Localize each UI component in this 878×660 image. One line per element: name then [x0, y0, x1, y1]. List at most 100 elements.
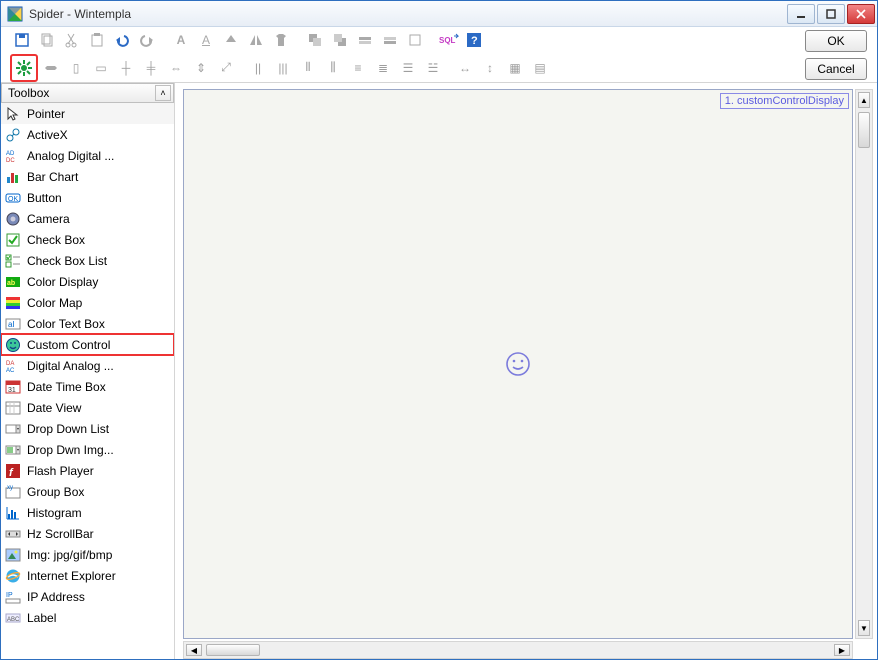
toolbox-item-checkbox[interactable]: Check Box [1, 229, 174, 250]
ie-icon [5, 568, 21, 584]
align-center-v-icon[interactable]: ╪ [140, 57, 162, 79]
toolbox-item-activex[interactable]: ActiveX [1, 124, 174, 145]
toolbar: A A SQL ? ▯ ▭ ┼ ╪ [1, 27, 877, 83]
ok-button[interactable]: OK [805, 30, 867, 52]
toolbox-collapse-icon[interactable]: ˄ [155, 85, 171, 101]
dist-v2-icon[interactable]: ≣ [372, 57, 394, 79]
toolbox-item-ipaddress[interactable]: IPIP Address [1, 586, 174, 607]
same-height-icon[interactable]: ⇕ [190, 57, 212, 79]
minimize-button[interactable] [787, 4, 815, 24]
bring-front-icon[interactable] [304, 29, 326, 51]
hexpand-icon[interactable] [40, 57, 62, 79]
align-center-h-icon[interactable]: ┼ [115, 57, 137, 79]
vscroll-thumb[interactable] [858, 112, 870, 148]
toolbox-item-label: Histogram [27, 506, 82, 520]
toolbox-item-label: Group Box [27, 485, 84, 499]
align-top-icon[interactable]: ▭ [90, 57, 112, 79]
undo-icon[interactable] [111, 29, 133, 51]
toolbox-item-histogram[interactable]: Histogram [1, 502, 174, 523]
dist-v1-icon[interactable]: ≡ [347, 57, 369, 79]
canvas-hscrollbar[interactable]: ◀ ▶ [183, 641, 853, 659]
toolbox-item-dropdownlist[interactable]: Drop Down List [1, 418, 174, 439]
toolbox-item-img[interactable]: Img: jpg/gif/bmp [1, 544, 174, 565]
barchart-icon [5, 169, 21, 185]
pointer-icon [5, 106, 21, 122]
toolbox-item-pointer[interactable]: Pointer [1, 103, 174, 124]
snap-toggle-icon[interactable] [11, 55, 37, 81]
align-left-icon[interactable]: ▯ [65, 57, 87, 79]
center-h-icon[interactable]: ↔ [454, 57, 476, 79]
toolbox-item-camera[interactable]: Camera [1, 208, 174, 229]
layer-1-icon[interactable] [354, 29, 376, 51]
design-canvas[interactable]: 1. customControlDisplay [183, 89, 853, 639]
cancel-button[interactable]: Cancel [805, 58, 867, 80]
toolbox-item-dropdownimg[interactable]: Drop Dwn Img... [1, 439, 174, 460]
scroll-down-icon[interactable]: ▼ [858, 620, 870, 636]
toolbox-item-label: Label [27, 611, 56, 625]
toolbox-item-barchart[interactable]: Bar Chart [1, 166, 174, 187]
toolbox-item-label: Camera [27, 212, 70, 226]
contract-icon[interactable]: ⤢ [215, 57, 237, 79]
toolbox-item-checkboxlist[interactable]: Check Box List [1, 250, 174, 271]
cut-icon[interactable] [61, 29, 83, 51]
toolbox-header[interactable]: Toolbox ˄ [1, 83, 174, 103]
dist-h4-icon[interactable]: ⫼ [322, 57, 344, 79]
ipaddress-icon: IP [5, 589, 21, 605]
toolbox-item-label: Digital Analog ... [27, 359, 114, 373]
toolbox-item-colormap[interactable]: Color Map [1, 292, 174, 313]
send-back-icon[interactable] [329, 29, 351, 51]
maximize-button[interactable] [817, 4, 845, 24]
svg-text:AC: AC [6, 368, 15, 374]
toolbox-item-dac[interactable]: DAACDigital Analog ... [1, 355, 174, 376]
dist-h3-icon[interactable]: ⫴ [297, 57, 319, 79]
layer-3-icon[interactable] [404, 29, 426, 51]
mirror-icon[interactable] [245, 29, 267, 51]
dist-h2-icon[interactable]: ||| [272, 57, 294, 79]
toolbar-row-2: ▯ ▭ ┼ ╪ ⇔ ⇕ ⤢ || ||| ⫴ ⫼ ≡ ≣ ☰ ☱ ↔ ↕ ▦ [11, 55, 795, 81]
layer-2-icon[interactable] [379, 29, 401, 51]
toolbox-item-flashplayer[interactable]: fFlash Player [1, 460, 174, 481]
toolbox-item-ie[interactable]: Internet Explorer [1, 565, 174, 586]
toolbox-item-label: Color Map [27, 296, 82, 310]
same-width-icon[interactable]: ⇔ [165, 57, 187, 79]
toolbox-item-hzscrollbar[interactable]: Hz ScrollBar [1, 523, 174, 544]
help-icon[interactable]: ? [463, 29, 485, 51]
grid2-icon[interactable]: ▤ [529, 57, 551, 79]
window-buttons [787, 4, 875, 24]
close-button[interactable] [847, 4, 875, 24]
scroll-left-icon[interactable]: ◀ [186, 644, 202, 656]
tshirt-icon[interactable] [270, 29, 292, 51]
scroll-right-icon[interactable]: ▶ [834, 644, 850, 656]
save-icon[interactable] [11, 29, 33, 51]
toolbox-list[interactable]: PointerActiveXADDCAnalog Digital ...Bar … [1, 103, 174, 659]
customcontrol-icon [5, 337, 21, 353]
hscroll-thumb[interactable] [206, 644, 260, 656]
dist-h1-icon[interactable]: || [247, 57, 269, 79]
toolbox-item-colortextbox[interactable]: aIColor Text Box [1, 313, 174, 334]
dropdownimg-icon [5, 442, 21, 458]
toolbox-item-customcontrol[interactable]: Custom Control [1, 334, 174, 355]
sql-icon[interactable]: SQL [438, 29, 460, 51]
toolbox-item-label[interactable]: ABCLabel [1, 607, 174, 628]
scroll-up-icon[interactable]: ▲ [858, 92, 870, 108]
toolbox-item-datetimebox[interactable]: 31Date Time Box [1, 376, 174, 397]
placed-control-label[interactable]: 1. customControlDisplay [720, 93, 849, 109]
toolbox-item-adc[interactable]: ADDCAnalog Digital ... [1, 145, 174, 166]
toolbox-item-label: Button [27, 191, 62, 205]
fill-icon[interactable] [220, 29, 242, 51]
toolbox-item-colordisplay[interactable]: abColor Display [1, 271, 174, 292]
copy-icon[interactable] [36, 29, 58, 51]
font-a-underline-icon[interactable]: A [195, 29, 217, 51]
canvas-vscrollbar[interactable]: ▲ ▼ [855, 89, 873, 639]
toolbox-item-groupbox[interactable]: xyGroup Box [1, 481, 174, 502]
grid-icon[interactable]: ▦ [504, 57, 526, 79]
center-v-icon[interactable]: ↕ [479, 57, 501, 79]
datetimebox-icon: 31 [5, 379, 21, 395]
toolbox-item-button[interactable]: OKButton [1, 187, 174, 208]
toolbox-item-dateview[interactable]: Date View [1, 397, 174, 418]
redo-icon[interactable] [136, 29, 158, 51]
dist-v3-icon[interactable]: ☰ [397, 57, 419, 79]
dist-v4-icon[interactable]: ☱ [422, 57, 444, 79]
paste-icon[interactable] [86, 29, 108, 51]
font-a-icon[interactable]: A [170, 29, 192, 51]
